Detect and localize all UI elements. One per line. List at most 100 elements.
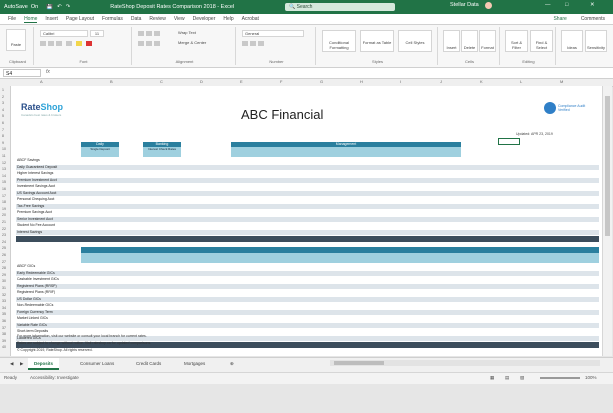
paste-button[interactable]: Paste [6,29,26,51]
row-number[interactable]: 7 [2,128,4,132]
number-format-select[interactable]: General [242,30,304,37]
currency-button[interactable] [242,41,248,46]
tab-data[interactable]: Data [131,16,142,22]
tab-help[interactable]: Help [223,16,233,22]
accessibility-status[interactable]: Accessibility: Investigate [30,375,79,380]
table-row-label[interactable]: Foreign Currency Term [17,310,53,314]
table-row-label[interactable]: Registered Plans (RRIF) [17,290,55,294]
page-layout-icon[interactable]: ▤ [505,375,509,381]
table-row-label[interactable]: Non-Redeemable GICs [17,303,53,307]
share-button[interactable]: Share [553,16,566,22]
tab-home[interactable]: Home [24,16,38,23]
row-number[interactable]: 39 [2,339,6,343]
row-number[interactable]: 18 [2,200,6,204]
row-number[interactable]: 29 [2,273,6,277]
minimize-icon[interactable]: — [545,2,551,8]
page-break-icon[interactable]: ▧ [520,375,524,381]
col-h[interactable]: H [360,79,363,84]
redo-icon[interactable]: ↷ [66,4,71,10]
col-k[interactable]: K [480,79,483,84]
row-number[interactable]: 27 [2,260,6,264]
col-j[interactable]: J [440,79,442,84]
borders-button[interactable] [66,41,72,46]
row-number[interactable]: 12 [2,161,6,165]
col-a[interactable]: A [40,79,43,84]
vertical-scrollbar[interactable] [602,86,612,356]
row-number[interactable]: 22 [2,227,6,231]
align-right-button[interactable] [154,41,160,46]
row-number[interactable]: 17 [2,194,6,198]
sensitivity-button[interactable]: Sensitivity [585,30,607,52]
row-number[interactable]: 24 [2,240,6,244]
cell-styles-button[interactable]: Cell Styles [398,30,432,52]
row-number[interactable]: 20 [2,213,6,217]
row-number[interactable]: 21 [2,220,6,224]
tab-view[interactable]: View [174,16,185,22]
user-name[interactable]: Stellar Data [450,2,479,8]
tab-file[interactable]: File [8,16,16,22]
save-icon[interactable]: 💾 [46,4,53,10]
row-number[interactable]: 15 [2,180,6,184]
table-row-label[interactable]: Interest Savings [17,230,42,234]
row-number[interactable]: 1 [2,88,4,92]
align-bottom-button[interactable] [154,31,160,36]
row-number[interactable]: 4 [2,108,4,112]
align-top-button[interactable] [138,31,144,36]
add-sheet-icon[interactable]: ⊕ [224,358,240,370]
comma-button[interactable] [258,41,264,46]
underline-button[interactable] [56,41,62,46]
row-number[interactable]: 38 [2,332,6,336]
col-c[interactable]: C [160,79,163,84]
row-number[interactable]: 28 [2,266,6,270]
table-row-label[interactable]: Premium Investment Acct [17,178,57,182]
row-number[interactable]: 11 [2,154,6,158]
sort-filter-button[interactable]: Sort & Filter [505,30,528,52]
bold-button[interactable] [40,41,46,46]
row-number[interactable]: 37 [2,326,6,330]
font-name-select[interactable]: Calibri [40,30,88,37]
table-row-label[interactable]: Registered Plans (RRSP) [17,284,57,288]
scroll-thumb[interactable] [605,96,610,236]
row-number[interactable]: 26 [2,253,6,257]
row-number[interactable]: 23 [2,233,6,237]
table-row-label[interactable]: Senior Investment Acct [17,217,53,221]
fill-color-button[interactable] [76,41,82,46]
italic-button[interactable] [48,41,54,46]
close-icon[interactable]: ✕ [590,2,595,8]
row-number[interactable]: 34 [2,306,6,310]
col-l[interactable]: L [520,79,522,84]
table-row-label[interactable]: US Savings Account Acct [17,191,56,195]
row-number[interactable]: 5 [2,114,4,118]
table-row-label[interactable]: ABCF GICs [17,264,35,268]
maximize-icon[interactable]: □ [565,2,568,8]
row-number[interactable]: 33 [2,299,6,303]
selected-cell[interactable] [498,138,520,145]
tab-page-layout[interactable]: Page Layout [66,16,94,22]
hscroll-thumb[interactable] [334,361,384,365]
table-row-label[interactable]: Higher Interest Savings [17,171,53,175]
comments-button[interactable]: Comments [581,16,605,22]
row-number[interactable]: 16 [2,187,6,191]
row-number[interactable]: 35 [2,312,6,316]
table-row-label[interactable]: Student No Fee Account [17,223,55,227]
col-m[interactable]: M [560,79,563,84]
table-row-label[interactable]: ABCF Savings [17,158,40,162]
find-select-button[interactable]: Find & Select [530,30,553,52]
col-g[interactable]: G [320,79,323,84]
format-as-table-button[interactable]: Format as Table [360,30,394,52]
conditional-formatting-button[interactable]: Conditional Formatting [322,30,356,52]
table-row-label[interactable]: Personal Chequing Acct [17,197,54,201]
normal-view-icon[interactable]: ▦ [490,375,494,381]
sheet-tab-mortgages[interactable]: Mortgages [178,358,211,370]
merge-center-button[interactable]: Merge & Center [178,40,232,47]
delete-cells-button[interactable]: Delete [461,30,478,52]
sheet-tab-deposits[interactable]: Deposits [28,358,60,370]
format-cells-button[interactable]: Format [479,30,496,52]
row-number[interactable]: 31 [2,286,6,290]
row-number[interactable]: 6 [2,121,4,125]
row-number[interactable]: 40 [2,345,6,349]
align-center-button[interactable] [146,41,152,46]
table-row-label[interactable]: Investment Savings Acct [17,184,55,188]
zoom-level[interactable]: 100% [585,375,597,380]
row-number[interactable]: 10 [2,147,6,151]
